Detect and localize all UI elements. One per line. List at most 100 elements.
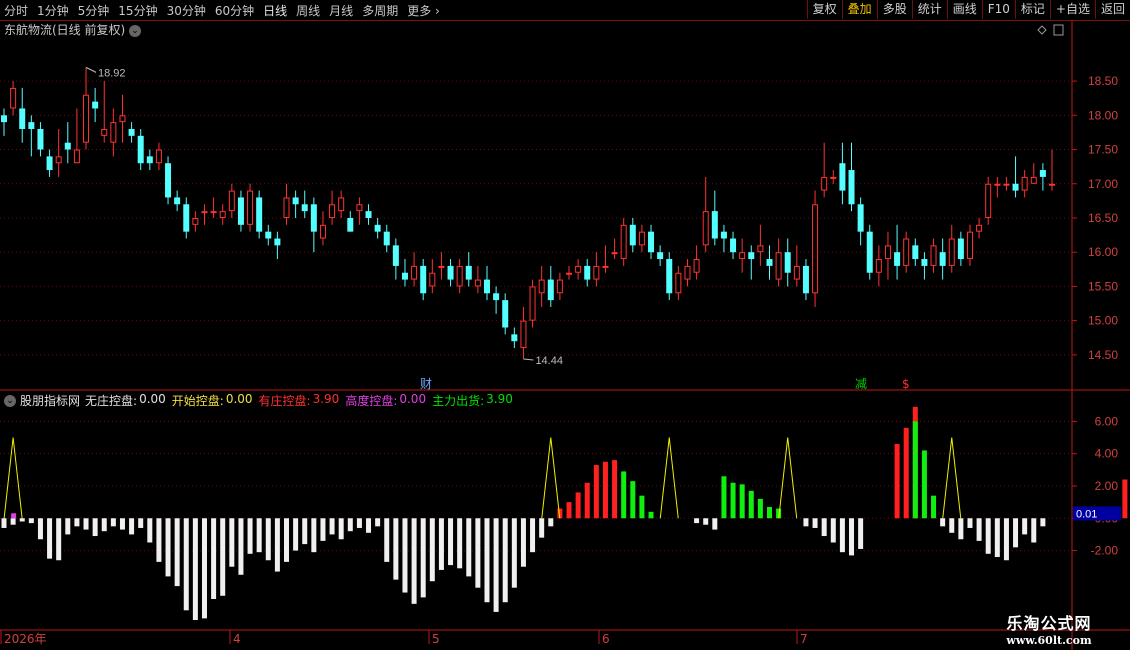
time-axis-label: 6 xyxy=(602,632,610,646)
time-axis-label: 7 xyxy=(800,632,808,646)
event-marker: 财 xyxy=(420,377,432,391)
chevron-down-icon[interactable]: ⌄ xyxy=(4,394,16,407)
indicator-bar-white xyxy=(129,518,135,535)
indicator-bar-white xyxy=(712,518,718,530)
indicator-bar-white xyxy=(803,518,809,527)
candle-body xyxy=(201,211,208,214)
site-watermark: 乐淘公式网 www.60lt.com xyxy=(988,610,1110,647)
candle-body xyxy=(620,224,627,260)
candle-body xyxy=(657,252,664,260)
candle-body xyxy=(447,265,454,280)
indicator-bar-white xyxy=(420,518,426,598)
indicator-bar-white xyxy=(265,518,271,561)
indicator-bar-white xyxy=(429,518,435,582)
indicator-bar-white xyxy=(311,518,317,553)
indicator-bar-white xyxy=(256,518,262,553)
event-marker: $ xyxy=(902,377,910,391)
candle-body xyxy=(648,231,655,253)
indicator-bar-white xyxy=(284,518,290,562)
watermark-url: www.60lt.com xyxy=(1006,634,1092,647)
candle-body xyxy=(228,190,235,212)
indicator-value: 3.90 xyxy=(486,392,513,406)
candle-body xyxy=(456,265,463,287)
indicator-bar-white xyxy=(238,518,244,575)
indicator-bar-white xyxy=(1040,518,1046,527)
indicator-bar-white xyxy=(220,518,226,596)
indicator-bar-white xyxy=(56,518,62,561)
candle-body xyxy=(493,293,500,301)
signal-spike xyxy=(778,437,798,519)
candle-body xyxy=(556,279,563,294)
candle-body xyxy=(55,156,62,164)
indicator-bar-white xyxy=(539,518,545,538)
indicator-bar-white xyxy=(65,518,71,535)
indicator-bar-white xyxy=(366,518,372,533)
candle-body xyxy=(429,272,436,287)
indicator-bar-white xyxy=(229,518,235,567)
high-pointer xyxy=(85,66,97,73)
candle-body xyxy=(356,204,363,212)
candle-body xyxy=(629,224,636,246)
indicator-value: 0.00 xyxy=(139,392,166,406)
indicator-bar-green xyxy=(766,506,772,519)
candle-body xyxy=(884,245,891,260)
candle-body xyxy=(894,252,901,266)
indicator-bar-white xyxy=(475,518,481,588)
diamond-icon xyxy=(1037,25,1047,35)
candle-body xyxy=(720,231,727,239)
price-tick-label: 16.50 xyxy=(1088,211,1118,225)
candle-body xyxy=(292,197,299,205)
low-price-label: 14.44 xyxy=(535,355,563,367)
indicator-bar-white xyxy=(466,518,472,577)
indicator-bar-white xyxy=(839,518,845,553)
price-tick-label: 16.00 xyxy=(1088,245,1118,259)
indicator-label: 有庄控盘: xyxy=(258,394,311,408)
candle-body xyxy=(265,231,272,239)
price-tick-label: 17.00 xyxy=(1088,177,1118,191)
candle-body xyxy=(757,245,764,253)
candle-body xyxy=(812,204,819,294)
candle-body xyxy=(675,272,682,294)
indicator-bar-white xyxy=(976,518,982,541)
candle-body xyxy=(128,128,135,136)
indicator-bar-green xyxy=(730,482,736,519)
candle-body xyxy=(10,87,17,109)
candle-body xyxy=(192,217,199,225)
candle-body xyxy=(602,265,609,268)
indicator-bar-green xyxy=(748,490,754,519)
candle-body xyxy=(1030,176,1037,184)
candle-body xyxy=(784,252,791,273)
candle-body xyxy=(529,286,536,321)
candle-body xyxy=(146,156,153,164)
event-marker: 减 xyxy=(855,377,867,391)
candle-body xyxy=(411,265,418,280)
current-value-label: 0.01 xyxy=(1076,508,1097,520)
indicator-bar-white xyxy=(138,518,144,528)
candle-body xyxy=(566,272,573,275)
candle-body xyxy=(638,231,645,246)
candle-body xyxy=(693,259,700,273)
candle-body xyxy=(210,211,217,214)
stock-chart[interactable]: 18.50 18.00 17.50 17.00 16.50 16.00 15.50 15.00… xyxy=(0,0,1130,650)
candle-body xyxy=(830,176,837,179)
indicator-bar-white xyxy=(830,518,836,543)
indicator-bar-green xyxy=(630,481,636,519)
candle-body xyxy=(137,135,144,164)
indicator-label: 开始控盘: xyxy=(171,394,224,408)
indicator-bar-red xyxy=(1122,479,1128,519)
low-pointer xyxy=(523,358,534,361)
chevron-down-icon[interactable]: ⌄ xyxy=(129,24,142,37)
watermark-title: 乐淘公式网 xyxy=(1006,614,1092,633)
indicator-bar-white xyxy=(502,518,508,603)
indicator-bar-white xyxy=(411,518,417,604)
candle-body xyxy=(511,334,518,342)
indicator-value: 0.00 xyxy=(399,392,427,406)
indicator-name[interactable]: 股朋指标网 xyxy=(20,392,80,409)
candle-body xyxy=(28,122,35,129)
indicator-bar-white xyxy=(375,518,381,527)
indicator-bar-white xyxy=(967,518,973,528)
indicator-bar-green xyxy=(639,495,645,519)
candle-body xyxy=(73,149,80,164)
candle-body xyxy=(520,320,527,349)
indicator-bar-white xyxy=(1013,518,1019,548)
